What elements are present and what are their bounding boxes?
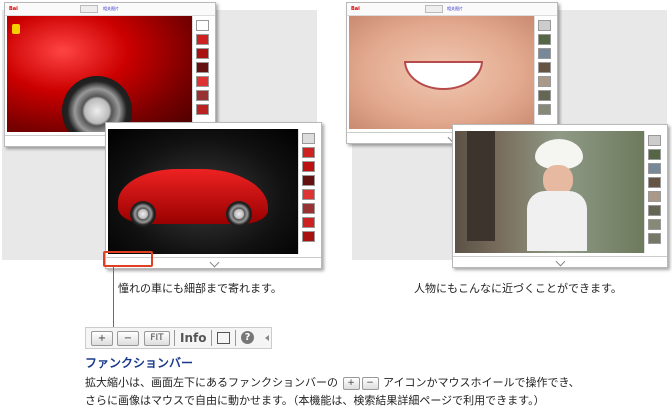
car-closeup-image[interactable] bbox=[7, 16, 193, 132]
zoom-in-button[interactable]: + bbox=[91, 331, 113, 346]
function-bar-title: ファンクションバー bbox=[85, 356, 194, 370]
function-bar-highlight bbox=[103, 251, 153, 267]
thumbnail[interactable] bbox=[648, 219, 661, 230]
related-link[interactable]: 相关图片 bbox=[103, 6, 119, 12]
help-button[interactable]: ? bbox=[241, 331, 254, 344]
wooden-post bbox=[467, 131, 495, 241]
viewer-footer bbox=[453, 253, 667, 267]
car-caption: 憧れの車にも細部まで寄れます。 bbox=[118, 282, 282, 295]
thumbnail[interactable] bbox=[302, 175, 315, 186]
desc-line-2: さらに画像はマウスで自由に動かせます。（本機能は、検索結果詳細ページで利用できま… bbox=[85, 394, 545, 407]
search-button[interactable] bbox=[425, 5, 443, 13]
viewer-topbar: Bai 相关图片 bbox=[5, 3, 215, 16]
chevron-down-icon[interactable] bbox=[555, 256, 566, 267]
thumbnail-strip bbox=[298, 129, 317, 254]
thumbnail[interactable] bbox=[538, 62, 551, 73]
thumbnail[interactable] bbox=[302, 147, 315, 158]
face-closeup-image[interactable] bbox=[349, 16, 535, 129]
thumbnail[interactable] bbox=[302, 189, 315, 200]
fit-button[interactable]: FIT bbox=[144, 331, 170, 346]
viewer-window-car-full bbox=[105, 122, 322, 269]
car-wheel-rear bbox=[226, 201, 252, 227]
chevron-down-icon[interactable] bbox=[209, 257, 219, 268]
thumbnail-strip bbox=[644, 131, 663, 253]
thumbnail[interactable] bbox=[648, 191, 661, 202]
thumbnail[interactable] bbox=[648, 177, 661, 188]
thumbnail[interactable] bbox=[538, 90, 551, 101]
thumbnail-strip bbox=[192, 16, 211, 132]
thumbnail[interactable] bbox=[302, 203, 315, 214]
desc-line-1-a: 拡大縮小は、画面左下にあるファンクションバーの bbox=[85, 376, 338, 389]
thumbnail[interactable] bbox=[538, 48, 551, 59]
thumbnail-strip bbox=[534, 16, 553, 129]
thumbnail[interactable] bbox=[648, 205, 661, 216]
smile bbox=[404, 61, 483, 90]
desc-line-1: 拡大縮小は、画面左下にあるファンクションバーの + − アイコンかマウスホイールで… bbox=[85, 374, 580, 390]
thumbnail[interactable] bbox=[538, 20, 551, 31]
related-link[interactable]: 相关图片 bbox=[447, 6, 463, 12]
car-wheel-front bbox=[130, 201, 156, 227]
baidu-logo: Bai bbox=[351, 6, 360, 12]
thumbnail[interactable] bbox=[648, 163, 661, 174]
thumbnail[interactable] bbox=[302, 133, 315, 144]
viewer-window-person-full bbox=[452, 124, 668, 268]
collapse-arrow-icon[interactable] bbox=[265, 335, 269, 341]
thumbnail[interactable] bbox=[196, 34, 209, 45]
thumbnail[interactable] bbox=[196, 76, 209, 87]
thumbnail[interactable] bbox=[196, 48, 209, 59]
thumbnail[interactable] bbox=[538, 34, 551, 45]
thumbnail[interactable] bbox=[648, 149, 661, 160]
search-button[interactable] bbox=[80, 5, 98, 13]
fullscreen-icon[interactable] bbox=[217, 332, 230, 344]
white-shirt bbox=[527, 191, 587, 251]
separator bbox=[211, 330, 212, 346]
inline-minus-icon: − bbox=[361, 376, 379, 390]
thumbnail[interactable] bbox=[302, 217, 315, 228]
thumbnail[interactable] bbox=[196, 62, 209, 73]
ferrari-badge-icon bbox=[12, 24, 20, 34]
separator bbox=[235, 330, 236, 346]
thumbnail[interactable] bbox=[196, 20, 209, 31]
thumbnail[interactable] bbox=[648, 135, 661, 146]
desc-line-1-b: アイコンかマウスホイールで操作でき、 bbox=[383, 376, 580, 389]
zoom-out-button[interactable]: − bbox=[117, 331, 139, 346]
inline-plus-icon: + bbox=[342, 376, 360, 390]
thumbnail[interactable] bbox=[302, 161, 315, 172]
thumbnail[interactable] bbox=[196, 104, 209, 115]
thumbnail[interactable] bbox=[196, 90, 209, 101]
highlight-connector-line bbox=[113, 265, 114, 327]
person-caption: 人物にもこんなに近づくことができます。 bbox=[414, 282, 622, 295]
baidu-logo: Bai bbox=[9, 6, 18, 12]
function-bar: + − FIT Info ? bbox=[85, 327, 272, 349]
info-button[interactable]: Info bbox=[180, 331, 206, 345]
thumbnail[interactable] bbox=[302, 231, 315, 242]
thumbnail[interactable] bbox=[648, 233, 661, 244]
viewer-topbar: Bai 相关图片 bbox=[347, 3, 557, 16]
thumbnail[interactable] bbox=[538, 104, 551, 115]
person-full-image[interactable] bbox=[455, 131, 645, 253]
thumbnail[interactable] bbox=[538, 76, 551, 87]
car-full-image[interactable] bbox=[108, 129, 299, 254]
separator bbox=[174, 330, 175, 346]
viewer-window-face-zoomed: Bai 相关图片 bbox=[346, 2, 558, 144]
